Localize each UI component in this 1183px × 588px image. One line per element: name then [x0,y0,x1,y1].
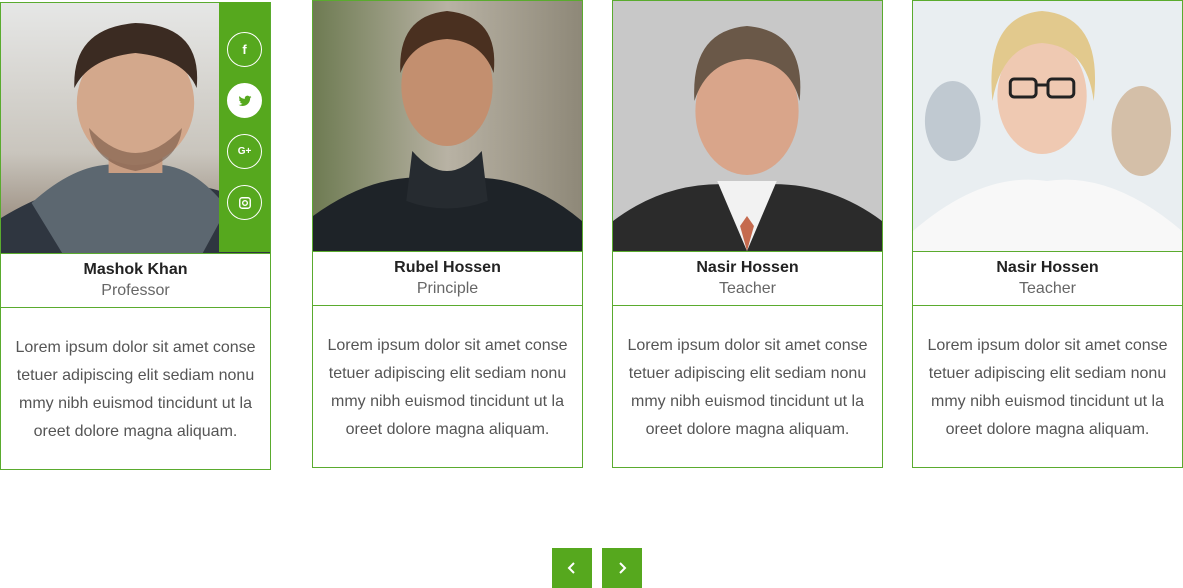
team-member-info: Nasir Hossen Teacher [613,251,882,306]
chevron-right-icon [619,562,627,574]
team-card: Rubel Hossen Principle Lorem ipsum dolor… [312,0,583,468]
facebook-icon[interactable]: f [227,32,262,67]
team-member-bio: Lorem ipsum dolor sit amet conse tetuer … [927,337,1168,438]
team-member-bio: Lorem ipsum dolor sit amet conse tetuer … [627,337,868,438]
team-member-info: Mashok Khan Professor [1,253,270,308]
portrait-image [613,1,882,251]
team-member-role: Principle [416,280,479,297]
twitter-icon[interactable] [227,83,262,118]
team-member-name: Mashok Khan [83,261,188,278]
google-plus-icon[interactable]: G+ [227,134,262,169]
chevron-left-icon [567,562,575,574]
portrait-image [913,1,1182,251]
team-member-role: Professor [101,282,170,299]
team-member-photo [913,1,1182,251]
carousel-next-button[interactable] [602,548,642,588]
team-member-photo [613,1,882,251]
instagram-icon[interactable] [227,185,262,220]
team-member-name: Rubel Hossen [394,259,501,276]
team-member-info: Nasir Hossen Teacher [913,251,1182,306]
team-member-info: Rubel Hossen Principle [313,251,582,306]
team-card: Nasir Hossen Teacher Lorem ipsum dolor s… [612,0,883,468]
team-member-bio: Lorem ipsum dolor sit amet conse tetuer … [327,337,568,438]
team-member-bio: Lorem ipsum dolor sit amet conse tetuer … [15,339,256,440]
team-member-name: Nasir Hossen [996,259,1099,276]
team-member-role: Teacher [719,280,776,297]
team-card: Nasir Hossen Teacher Lorem ipsum dolor s… [912,0,1183,468]
team-member-name: Nasir Hossen [696,259,799,276]
social-links-bar: f G+ [219,2,270,252]
team-member-photo [313,1,582,251]
portrait-image [313,1,582,251]
carousel-prev-button[interactable] [552,548,592,588]
team-member-role: Teacher [1019,280,1076,297]
